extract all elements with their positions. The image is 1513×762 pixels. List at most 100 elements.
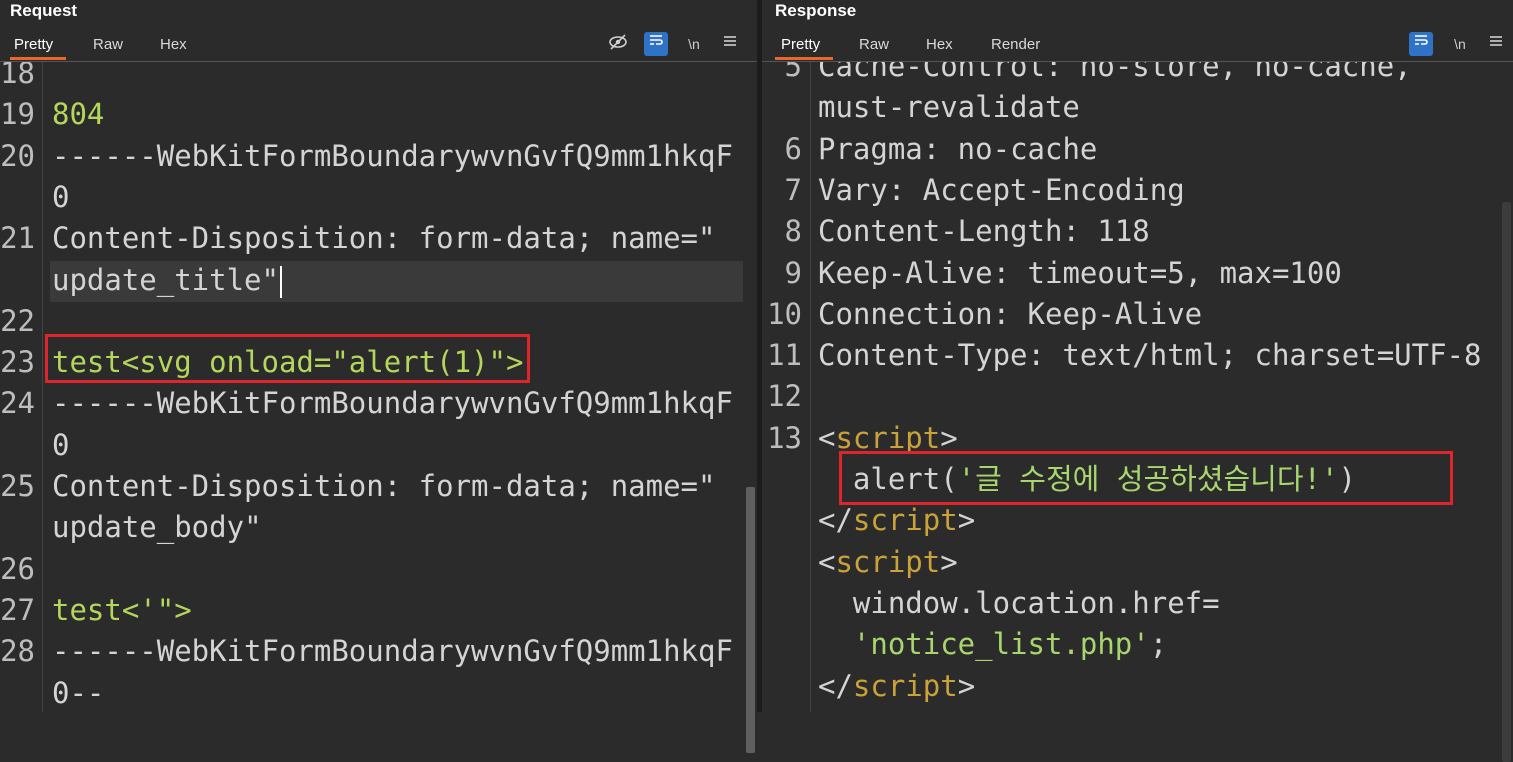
code-token: 0-- xyxy=(52,675,105,710)
response-scroll-thumb[interactable] xyxy=(1502,202,1511,762)
code-line: 5 Cache-Control: no-store, no-cache, xyxy=(762,62,1513,87)
code-text: Content-Type: text/html; charset=UTF-8 xyxy=(818,335,1481,376)
code-line: 26 xyxy=(0,549,757,590)
code-token: must-revalidate xyxy=(818,90,1080,125)
code-token: 0 xyxy=(52,179,70,214)
line-number: 27 xyxy=(0,592,35,627)
code-token: script xyxy=(852,668,958,703)
response-scrollbar[interactable] xyxy=(1499,62,1513,762)
line-number: 13 xyxy=(767,420,802,455)
code-line: 12 xyxy=(762,376,1513,417)
newline-toggle[interactable]: \n xyxy=(1448,32,1472,56)
code-token: : text/html; charset=UTF-8 xyxy=(1027,338,1482,373)
code-line: 0 xyxy=(0,425,757,466)
code-line: 9 Keep-Alive: timeout=5, max=100 xyxy=(762,253,1513,294)
code-line: 18 xyxy=(0,62,757,94)
code-text: </script> xyxy=(818,666,975,707)
line-number: 21 xyxy=(0,221,35,256)
tab-raw[interactable]: Raw xyxy=(93,36,123,53)
code-text: must-revalidate xyxy=(818,87,1080,128)
request-scrollbar[interactable] xyxy=(743,62,757,753)
code-token: 0 xyxy=(52,427,70,462)
code-text: 0 xyxy=(52,425,69,466)
code-line: must-revalidate xyxy=(762,87,1513,128)
hamburger-menu-icon[interactable] xyxy=(1484,32,1508,56)
code-text: update_title" xyxy=(52,260,282,301)
tab-render[interactable]: Render xyxy=(991,36,1040,53)
tab-pretty[interactable]: Pretty xyxy=(14,36,53,53)
newline-toggle[interactable]: \n xyxy=(682,32,706,56)
hamburger-menu-icon[interactable] xyxy=(718,32,742,56)
active-tab-indicator xyxy=(10,57,66,60)
request-title: Request xyxy=(10,1,78,20)
request-scroll-thumb[interactable] xyxy=(746,487,755,753)
line-number: 19 xyxy=(0,97,35,132)
code-text: Content-Disposition: form-data; name=" xyxy=(52,466,715,507)
code-line: 24 ------WebKitFormBoundarywvnGvfQ9mm1hkq… xyxy=(0,383,757,424)
code-token: Cache-Control xyxy=(818,62,1045,83)
code-token: test<'"> xyxy=(52,592,192,627)
code-token: : Accept-Encoding xyxy=(887,172,1185,207)
tab-hex[interactable]: Hex xyxy=(160,36,187,53)
code-line: 0 xyxy=(0,177,757,218)
line-number: 28 xyxy=(0,634,35,669)
code-token: ------WebKitFormBoundarywvnGvfQ9mm1hkqF xyxy=(52,386,733,421)
text-caret xyxy=(279,265,282,298)
code-token: : no-cache xyxy=(922,131,1098,166)
code-text: test<'"> xyxy=(52,590,192,631)
code-text: window.location.href= xyxy=(818,583,1220,624)
code-token: </ xyxy=(818,668,853,703)
code-line: 27 test<'"> xyxy=(0,590,757,631)
code-text: ------WebKitFormBoundarywvnGvfQ9mm1hkqF xyxy=(52,383,733,424)
code-token: script xyxy=(835,420,941,455)
code-line: 11 Content-Type: text/html; charset=UTF-8 xyxy=(762,335,1513,376)
code-token: < xyxy=(818,420,836,455)
code-text: Connection: Keep-Alive xyxy=(818,294,1202,335)
code-token: > xyxy=(940,544,958,579)
code-token: : timeout=5, max=100 xyxy=(992,255,1342,290)
success-message-highlight xyxy=(839,451,1453,505)
code-text: </script> xyxy=(818,500,975,541)
eye-off-icon[interactable] xyxy=(606,32,630,56)
request-editor[interactable]: 18 19 804 20 ------WebKitFormBoundarywvnGvfQ… xyxy=(0,62,757,712)
code-token: : form-data; name=" xyxy=(383,469,716,503)
line-number: 20 xyxy=(0,138,35,173)
code-token: script xyxy=(852,503,958,538)
word-wrap-icon[interactable] xyxy=(644,32,668,56)
code-line: 6 Pragma: no-cache xyxy=(762,129,1513,170)
line-number: 10 xyxy=(767,296,802,331)
code-text: Pragma: no-cache xyxy=(818,129,1097,170)
code-line: 'notice_list.php'; xyxy=(762,624,1513,665)
active-tab-indicator xyxy=(775,57,833,60)
word-wrap-icon[interactable] xyxy=(1409,32,1433,56)
tab-raw[interactable]: Raw xyxy=(859,36,889,53)
request-pane: Request Pretty Raw Hex \n 18 19 804 20 -----… xyxy=(0,0,757,753)
code-token: Vary xyxy=(818,172,888,207)
code-text: 0-- xyxy=(52,673,104,713)
code-text: Content-Disposition: form-data; name=" xyxy=(52,218,715,259)
code-line: 8 Content-Length: 118 xyxy=(762,211,1513,252)
code-token: Content-Disposition xyxy=(52,221,384,256)
code-token: Content-Disposition xyxy=(52,469,384,503)
line-number: 6 xyxy=(784,131,802,166)
code-line: update_body" xyxy=(0,507,757,548)
code-token: </ xyxy=(818,503,853,538)
code-text: Vary: Accept-Encoding xyxy=(818,170,1185,211)
code-token: : 118 xyxy=(1062,214,1150,249)
code-token: < xyxy=(818,544,836,579)
tab-hex[interactable]: Hex xyxy=(926,36,953,53)
code-line: <script> xyxy=(762,542,1513,583)
response-pane: Response Pretty Raw Hex Render \n 5 Cache… xyxy=(762,0,1513,762)
code-token: > xyxy=(957,503,976,538)
code-text: Content-Length: 118 xyxy=(818,211,1150,252)
code-text: Cache-Control: no-store, no-cache, xyxy=(818,62,1412,87)
code-token: ------WebKitFormBoundarywvnGvfQ9mm1hkqF xyxy=(52,138,733,173)
response-editor[interactable]: 5 Cache-Control: no-store, no-cache, must-… xyxy=(762,62,1513,712)
line-number: 7 xyxy=(784,172,802,207)
code-token: Pragma xyxy=(818,131,923,166)
line-number: 24 xyxy=(0,386,35,421)
code-token: Content-Length xyxy=(818,214,1063,249)
tab-pretty[interactable]: Pretty xyxy=(781,36,820,53)
code-line: 19 804 xyxy=(0,94,757,135)
code-text: 0 xyxy=(52,177,69,218)
